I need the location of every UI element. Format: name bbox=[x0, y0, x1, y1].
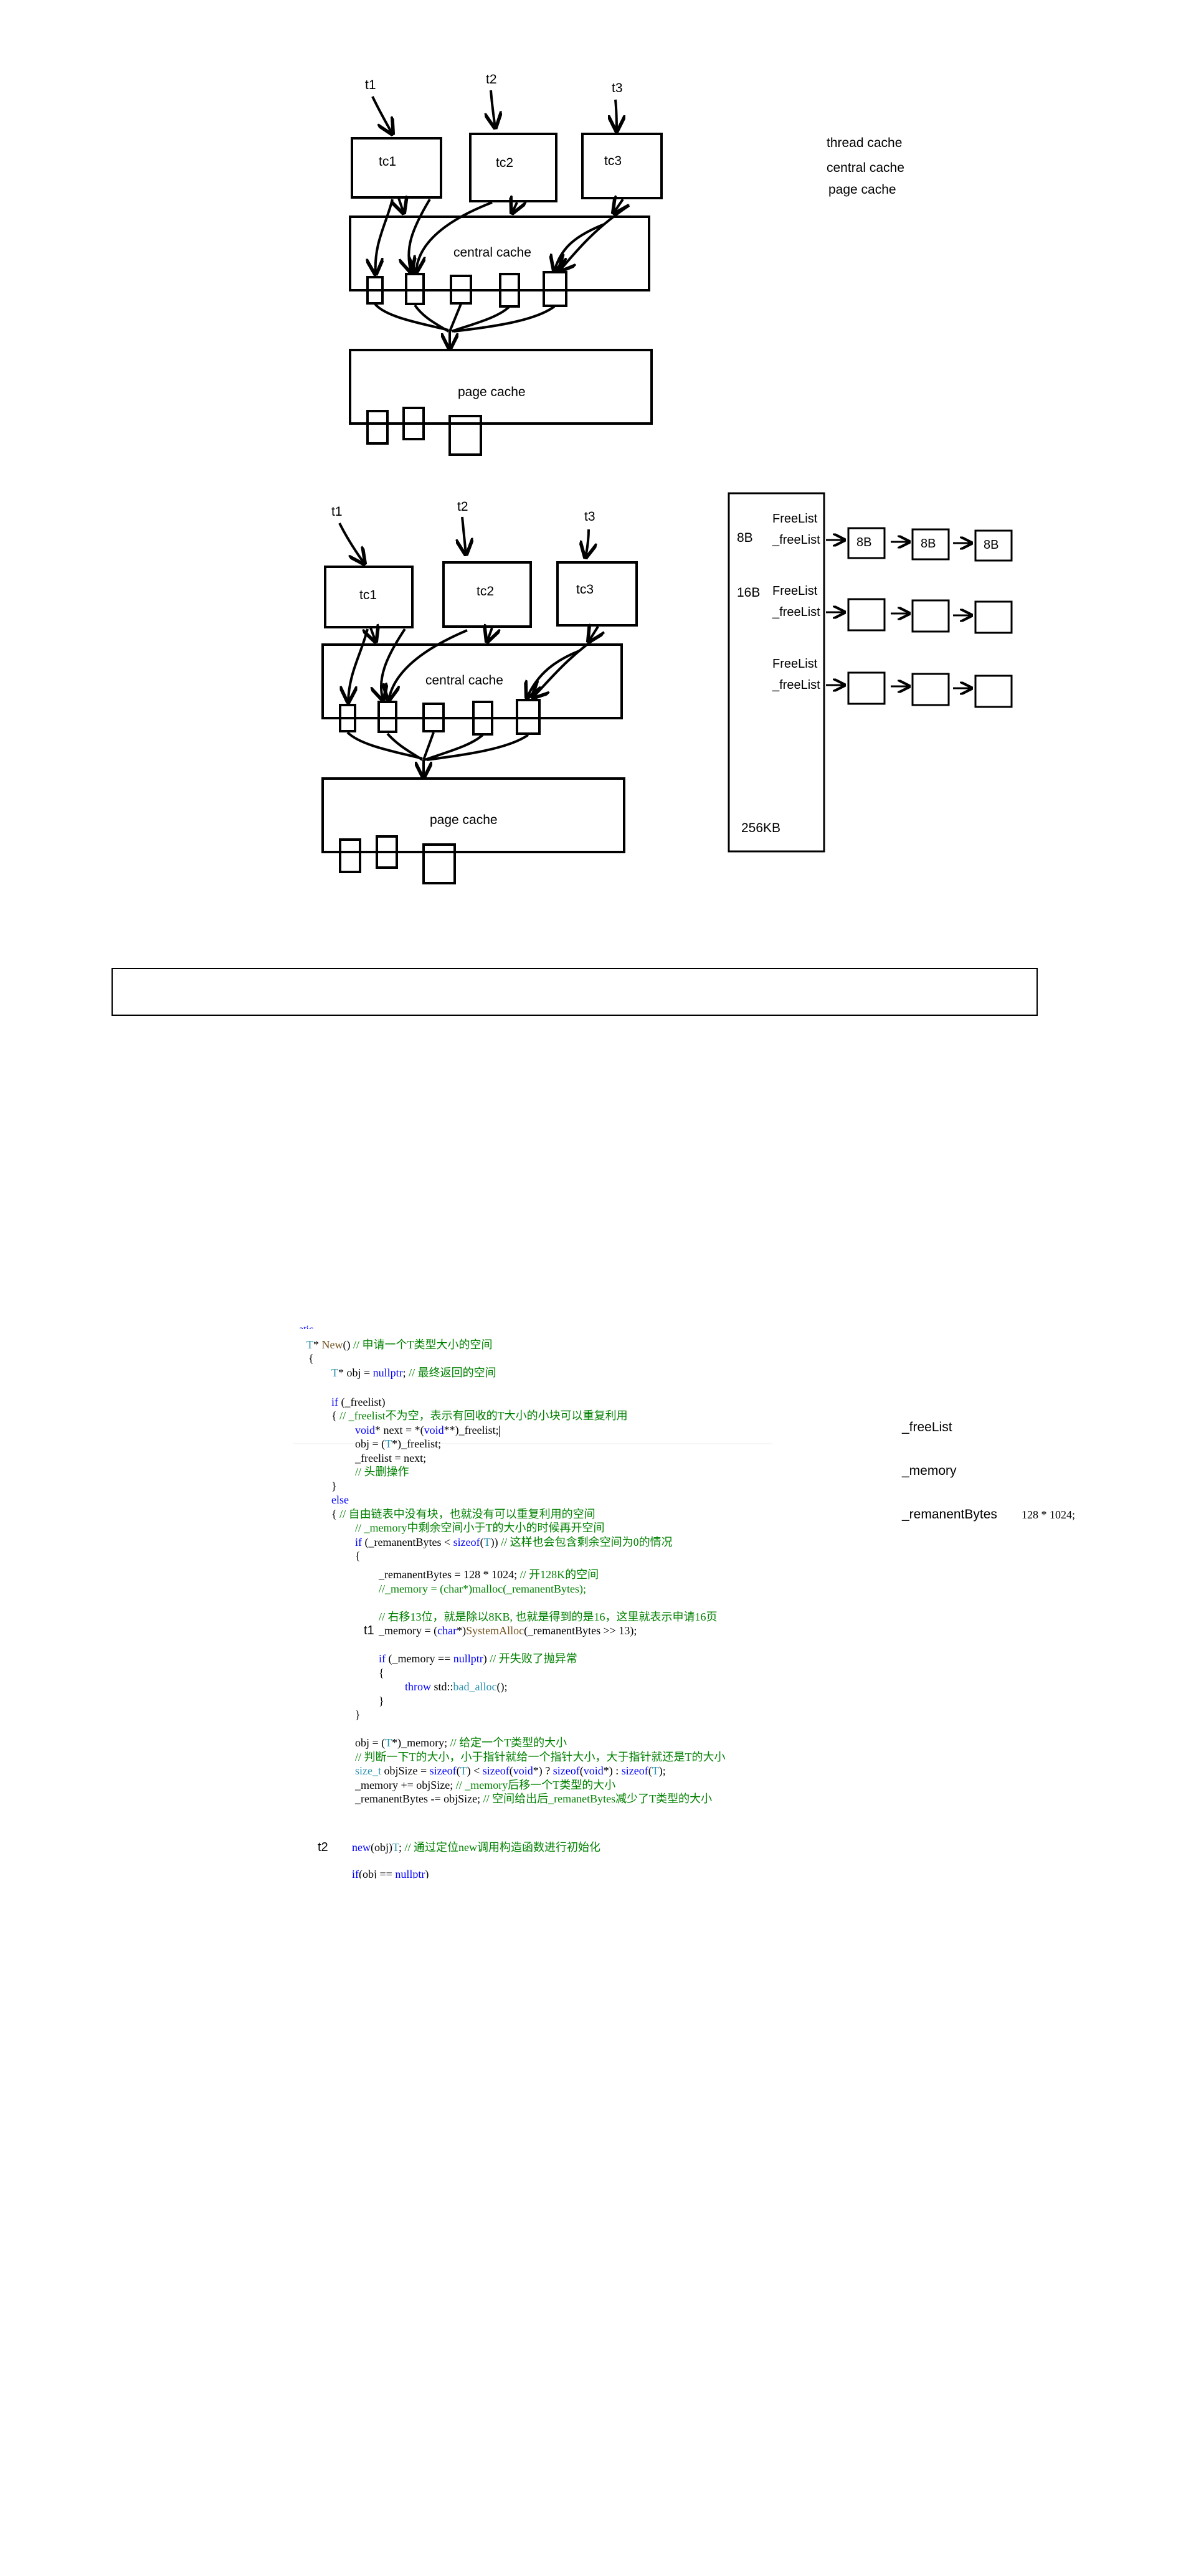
code-line: // 判断一下T的大小，小于指针就给一个指针大小，大于指针就还是T的大小 bbox=[355, 1751, 726, 1763]
label-tc1: tc1 bbox=[379, 154, 397, 169]
label-tc3: tc3 bbox=[604, 154, 622, 168]
code-line: _remanentBytes -= objSize; // 空间给出后_rema… bbox=[355, 1792, 713, 1805]
code-line: } bbox=[379, 1695, 384, 1707]
marker-t1: t1 bbox=[364, 1624, 374, 1637]
code-line: size_t objSize = sizeof(T) < sizeof(void… bbox=[355, 1764, 666, 1777]
code-line: else bbox=[331, 1494, 349, 1506]
thread-t2-arrow bbox=[462, 516, 466, 554]
code-line: { // 自由链表中没有块，也就没有可以重复利用的空间 bbox=[331, 1508, 595, 1520]
thread-t3-arrow bbox=[586, 529, 589, 557]
freelist-label: FreeList bbox=[772, 512, 818, 526]
label-t1: t1 bbox=[331, 504, 343, 519]
tc1-box bbox=[351, 137, 442, 199]
diagram-1 bbox=[349, 90, 663, 456]
code-line: // 右移13位，就是除以8KB, 也就是得到的是16，这里就表示申请16页 bbox=[379, 1611, 718, 1623]
page-block bbox=[366, 410, 389, 445]
freelist-label: FreeList bbox=[772, 657, 818, 671]
freelist-label: FreeList bbox=[772, 584, 818, 598]
freelist-node bbox=[847, 598, 886, 632]
label-tc1: tc1 bbox=[359, 588, 377, 602]
tc3-box bbox=[556, 561, 638, 627]
freelist-size-16b: 16B bbox=[737, 585, 761, 600]
label-t3: t3 bbox=[584, 509, 595, 524]
code-line: _memory = (char*)SystemAlloc(_remanentBy… bbox=[379, 1624, 637, 1637]
code-line: obj = (T*)_freelist; bbox=[355, 1437, 442, 1450]
diagram-2 bbox=[321, 516, 638, 884]
label-central-cache: central cache bbox=[425, 673, 503, 688]
freelist-size-8b: 8B bbox=[737, 531, 753, 545]
freelist-node-label: 8B bbox=[856, 536, 872, 549]
label-t2: t2 bbox=[457, 500, 468, 514]
freelist-member: _freeList bbox=[772, 533, 820, 547]
empty-textbox bbox=[111, 968, 1038, 1016]
code-line: } bbox=[355, 1708, 361, 1721]
side-var-freelist: _freeList bbox=[902, 1420, 952, 1434]
legend-page-cache: page cache bbox=[828, 182, 896, 197]
freelist-node bbox=[974, 600, 1013, 634]
freelist-member: _freeList bbox=[772, 605, 820, 619]
legend-central-cache: central cache bbox=[827, 161, 904, 175]
code-line: { // _freelist不为空，表示有回收的T大小的小块可以重复利用 bbox=[331, 1409, 628, 1422]
code-line: _remanentBytes = 128 * 1024; // 开128K的空间 bbox=[379, 1568, 599, 1581]
label-tc2: tc2 bbox=[477, 584, 495, 599]
freelist-node bbox=[974, 675, 1013, 708]
tc3-box bbox=[581, 133, 663, 199]
code-line: //_memory = (char*)malloc(_remanentBytes… bbox=[379, 1583, 587, 1595]
label-tc2: tc2 bbox=[496, 156, 514, 170]
label-t1: t1 bbox=[365, 78, 376, 92]
freelist-node-label: 8B bbox=[921, 537, 936, 551]
freelist-node bbox=[911, 599, 950, 633]
page-block bbox=[339, 838, 361, 873]
thread-t3-arrow bbox=[615, 99, 617, 131]
code-line: void* next = *(void**)_freelist; bbox=[355, 1424, 500, 1437]
freelist-bottom-size: 256KB bbox=[741, 821, 781, 835]
side-var-remanentbytes: _remanentBytes bbox=[902, 1507, 997, 1522]
page-block bbox=[422, 843, 456, 884]
code-line: { bbox=[355, 1550, 361, 1562]
code-line: T* obj = nullptr; // 最终返回的空间 bbox=[331, 1366, 496, 1379]
freelist-node-label: 8B bbox=[984, 538, 999, 552]
marker-t2: t2 bbox=[318, 1840, 328, 1854]
code-line: // _memory中剩余空间小于T的大小的时候再开空间 bbox=[355, 1522, 605, 1534]
code-line: _freelist = next; bbox=[355, 1452, 427, 1464]
freelist-node bbox=[911, 673, 950, 706]
freelist-member: _freeList bbox=[772, 678, 820, 692]
code-line: new(obj)T; // 通过定位new调用构造函数进行初始化 bbox=[352, 1841, 601, 1854]
side-var-value: 128 * 1024; bbox=[1022, 1508, 1076, 1521]
label-central-cache: central cache bbox=[453, 245, 531, 260]
code-line: } bbox=[331, 1480, 337, 1492]
code-line: if (_remanentBytes < sizeof(T)) // 这样也会包… bbox=[355, 1536, 673, 1548]
code-line: { bbox=[308, 1352, 314, 1365]
page-block bbox=[448, 415, 482, 456]
thread-t2-arrow bbox=[491, 90, 495, 128]
code-line: _memory += objSize; // _memory后移一个T类型的大小 bbox=[355, 1779, 616, 1791]
label-page-cache: page cache bbox=[458, 385, 526, 399]
freelist-node bbox=[847, 671, 886, 705]
code-line: throw std::bad_alloc(); bbox=[405, 1680, 508, 1693]
legend-thread-cache: thread cache bbox=[827, 136, 903, 150]
code-line: if (_freelist) bbox=[331, 1396, 386, 1408]
side-var-memory: _memory bbox=[902, 1464, 957, 1478]
code-line: if (_memory == nullptr) // 开失败了抛异常 bbox=[379, 1652, 577, 1665]
label-t2: t2 bbox=[486, 72, 497, 87]
code-fragment-top: atic bbox=[299, 1323, 313, 1329]
whiteboard-canvas bbox=[111, 90, 1038, 1444]
label-t3: t3 bbox=[612, 81, 623, 95]
thread-t1-arrow bbox=[338, 523, 364, 564]
label-page-cache: page cache bbox=[430, 813, 498, 827]
code-line: // 头删操作 bbox=[355, 1466, 409, 1478]
label-tc3: tc3 bbox=[576, 582, 594, 597]
code-line: obj = (T*)_memory; // 给定一个T类型的大小 bbox=[355, 1736, 567, 1749]
thread-t1-arrow bbox=[371, 96, 392, 134]
code-line: if(obj == nullptr) bbox=[352, 1868, 429, 1878]
code-line: { bbox=[379, 1667, 384, 1679]
code-line: T* New() // 申请一个T类型大小的空间 bbox=[306, 1338, 493, 1351]
